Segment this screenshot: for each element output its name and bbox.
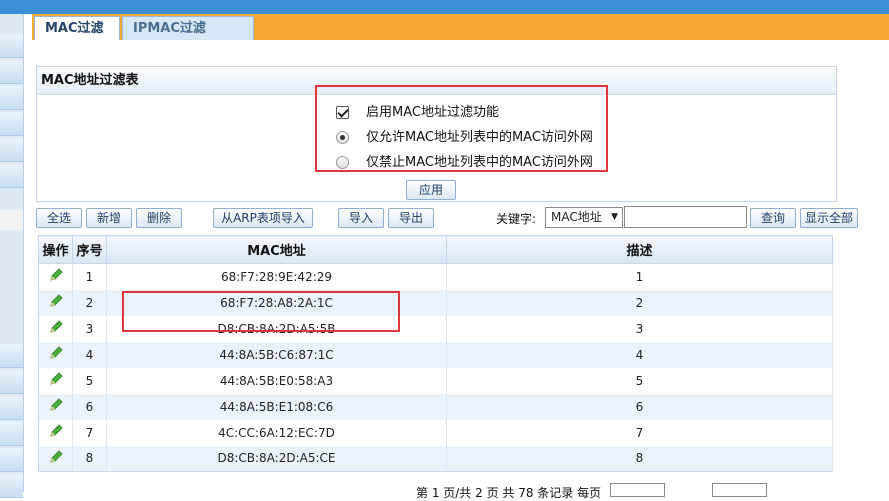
edit-pencil-icon[interactable] [48, 423, 64, 439]
import-from-arp-button[interactable]: 从ARP表项导入 [213, 208, 313, 228]
cell-index: 8 [72, 445, 107, 472]
enable-mac-filter-checkbox[interactable] [336, 106, 349, 119]
table-row: 3 D8:CB:8A:2D:A5:5B 3 [38, 315, 833, 342]
cell-mac: 44:8A:5B:C6:87:1C [106, 341, 447, 368]
cell-index: 1 [72, 263, 107, 290]
tab-mac-filter[interactable]: MAC过滤 [34, 16, 120, 40]
cell-index: 3 [72, 315, 107, 342]
cell-mac: D8:CB:8A:2D:A5:5B [106, 315, 447, 342]
keyword-field-select[interactable]: MAC地址 ▼ [545, 207, 623, 228]
table-row: 5 44:8A:5B:E0:58:A3 5 [38, 367, 833, 394]
deny-only-label: 仅禁止MAC地址列表中的MAC访问外网 [366, 155, 593, 170]
edit-pencil-icon[interactable] [48, 293, 64, 309]
keyword-field-value: MAC地址 [551, 210, 602, 224]
page-size-input[interactable] [610, 483, 665, 497]
enable-mac-filter-label: 启用MAC地址过滤功能 [366, 105, 499, 120]
panel-title: MAC地址过滤表 [37, 67, 836, 95]
sidebar-item[interactable] [0, 112, 23, 136]
cell-desc: 1 [446, 263, 833, 290]
edit-pencil-icon[interactable] [48, 345, 64, 361]
tab-bar: MAC过滤 IPMAC过滤 [32, 14, 889, 40]
apply-button[interactable]: 应用 [406, 180, 456, 200]
cell-mac: 44:8A:5B:E0:58:A3 [106, 367, 447, 394]
cell-mac: D8:CB:8A:2D:A5:CE [106, 445, 447, 472]
sidebar-item[interactable] [0, 474, 23, 498]
add-button[interactable]: 新增 [86, 208, 132, 228]
keyword-label: 关键字: [496, 212, 537, 226]
top-banner [0, 0, 889, 14]
edit-pencil-icon[interactable] [48, 267, 64, 283]
edit-pencil-icon[interactable] [48, 449, 64, 465]
sidebar-item[interactable] [0, 164, 23, 188]
deny-only-radio[interactable] [336, 156, 349, 169]
edit-cell [38, 315, 73, 342]
delete-button[interactable]: 删除 [136, 208, 182, 228]
cell-index: 4 [72, 341, 107, 368]
search-button[interactable]: 查询 [750, 208, 796, 228]
table-row: 8 D8:CB:8A:2D:A5:CE 8 [38, 445, 833, 472]
cell-desc: 7 [446, 419, 833, 446]
header-operation: 操作 [38, 235, 73, 264]
sidebar-item[interactable] [0, 370, 23, 394]
sidebar-item[interactable] [0, 60, 23, 84]
sidebar [0, 14, 24, 498]
cell-desc: 3 [446, 315, 833, 342]
sidebar-item[interactable] [0, 396, 23, 420]
cell-mac: 68:F7:28:A8:2A:1C [106, 289, 447, 316]
import-button[interactable]: 导入 [338, 208, 384, 228]
cell-desc: 6 [446, 393, 833, 420]
table-row: 1 68:F7:28:9E:42:29 1 [38, 263, 833, 290]
export-button[interactable]: 导出 [388, 208, 434, 228]
cell-index: 2 [72, 289, 107, 316]
cell-desc: 2 [446, 289, 833, 316]
edit-pencil-icon[interactable] [48, 371, 64, 387]
mac-address-table: 操作 序号 MAC地址 描述 1 68:F7:28:9E:42:29 1 2 68:F7… [38, 235, 833, 472]
sidebar-item[interactable] [0, 86, 23, 110]
cell-mac: 44:8A:5B:E1:08:C6 [106, 393, 447, 420]
edit-pencil-icon[interactable] [48, 319, 64, 335]
select-all-button[interactable]: 全选 [36, 208, 82, 228]
cell-index: 7 [72, 419, 107, 446]
sidebar-item[interactable] [0, 138, 23, 162]
chevron-down-icon: ▼ [611, 212, 618, 222]
edit-cell [38, 393, 73, 420]
table-row: 7 4C:CC:6A:12:EC:7D 7 [38, 419, 833, 446]
table-row: 6 44:8A:5B:E1:08:C6 6 [38, 393, 833, 420]
tab-ipmac-filter[interactable]: IPMAC过滤 [122, 16, 254, 40]
edit-cell [38, 419, 73, 446]
sidebar-item[interactable] [0, 448, 23, 472]
sidebar-item[interactable] [0, 344, 23, 368]
header-description: 描述 [446, 235, 833, 264]
table-row: 4 44:8A:5B:C6:87:1C 4 [38, 341, 833, 368]
edit-cell [38, 367, 73, 394]
edit-cell [38, 445, 73, 472]
table-header-row: 操作 序号 MAC地址 描述 [38, 235, 833, 264]
cell-index: 5 [72, 367, 107, 394]
sidebar-item[interactable] [0, 34, 23, 58]
cell-desc: 4 [446, 341, 833, 368]
edit-pencil-icon[interactable] [48, 397, 64, 413]
page-number-input[interactable] [712, 483, 767, 497]
allow-only-radio[interactable] [336, 131, 349, 144]
edit-cell [38, 341, 73, 368]
keyword-input[interactable] [624, 206, 747, 228]
header-index: 序号 [72, 235, 107, 264]
sidebar-item[interactable] [0, 422, 23, 446]
cell-index: 6 [72, 393, 107, 420]
cell-desc: 5 [446, 367, 833, 394]
pager-summary: 第 1 页/共 2 页 共 78 条记录 每页 [416, 486, 602, 500]
cell-mac: 4C:CC:6A:12:EC:7D [106, 419, 447, 446]
cell-desc: 8 [446, 445, 833, 472]
edit-cell [38, 289, 73, 316]
allow-only-label: 仅允许MAC地址列表中的MAC访问外网 [366, 130, 593, 145]
cell-mac: 68:F7:28:9E:42:29 [106, 263, 447, 290]
header-mac-address: MAC地址 [106, 235, 447, 264]
show-all-button[interactable]: 显示全部 [800, 208, 858, 228]
table-row: 2 68:F7:28:A8:2A:1C 2 [38, 289, 833, 316]
edit-cell [38, 263, 73, 290]
